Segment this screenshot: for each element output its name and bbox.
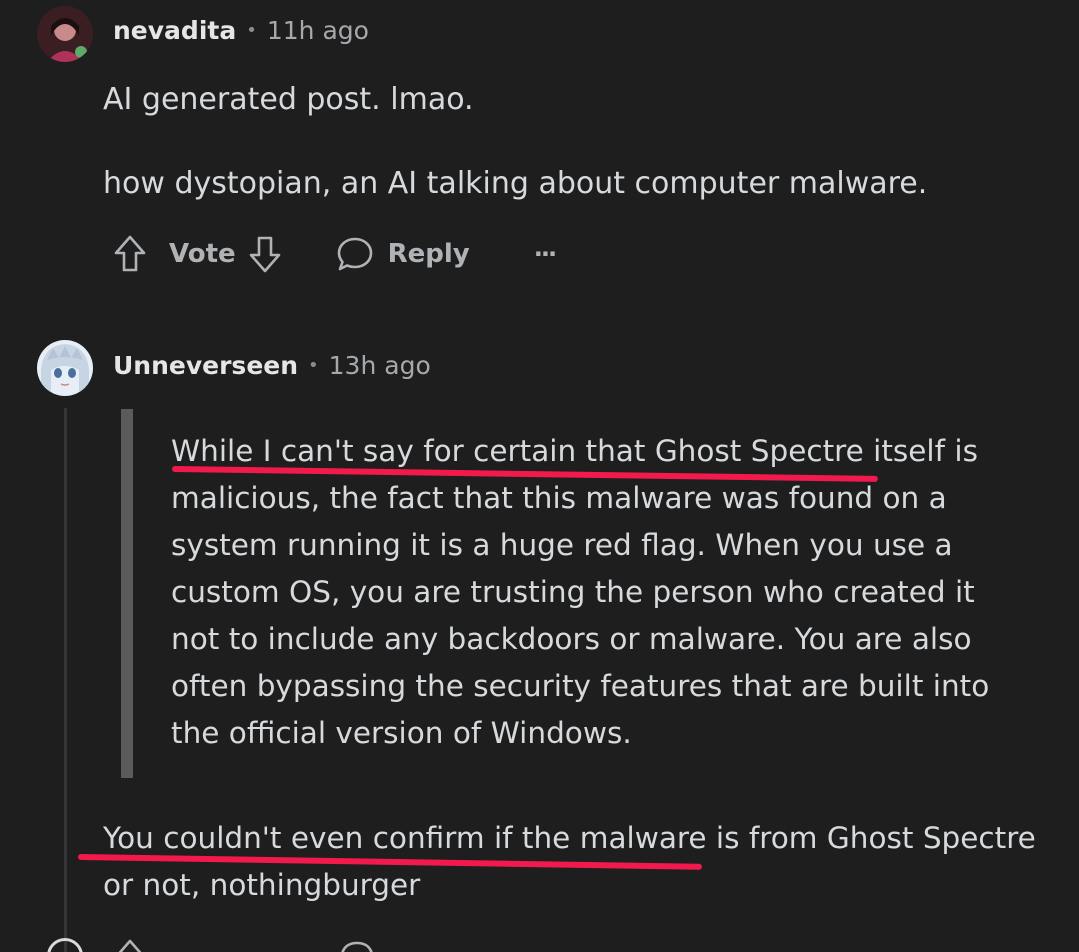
downvote-button[interactable] bbox=[248, 234, 282, 274]
reply-line: or not, nothingburger bbox=[103, 868, 421, 902]
username[interactable]: Unneverseen bbox=[113, 351, 298, 380]
quote-line: system running it is a huge red flag. Wh… bbox=[171, 528, 953, 562]
comment-header: Unneverseen • 13h ago bbox=[113, 351, 431, 380]
quote-line: custom OS, you are trusting the person w… bbox=[171, 575, 975, 609]
comment-body: AI generated post. lmao. how dystopian, … bbox=[103, 76, 927, 207]
comment-thread: nevadita • 11h ago AI generated post. lm… bbox=[0, 0, 1079, 952]
vote-label: Vote bbox=[169, 239, 236, 269]
quote-line: not to include any backdoors or malware.… bbox=[171, 622, 972, 656]
quote-line: malicious, the fact that this malware wa… bbox=[171, 481, 947, 515]
username[interactable]: nevadita bbox=[113, 16, 236, 45]
upvote-icon[interactable] bbox=[113, 938, 147, 952]
quote-line: often bypassing the security features th… bbox=[171, 669, 990, 703]
timestamp[interactable]: 13h ago bbox=[329, 351, 431, 380]
comment-actions: Vote Reply ··· bbox=[113, 234, 557, 274]
thread-line[interactable] bbox=[64, 408, 67, 952]
comment-bubble-icon[interactable] bbox=[338, 940, 376, 952]
more-options-button[interactable]: ··· bbox=[533, 240, 557, 268]
reply-button[interactable]: Reply bbox=[336, 235, 470, 273]
comment-bubble-icon bbox=[337, 237, 372, 271]
comment-paragraph: AI generated post. lmao. bbox=[103, 82, 474, 117]
upvote-icon bbox=[114, 235, 146, 272]
more-options-icon: ··· bbox=[533, 240, 557, 268]
collapse-thread-button[interactable] bbox=[47, 938, 83, 952]
upvote-button[interactable] bbox=[113, 234, 147, 274]
comment-header: nevadita • 11h ago bbox=[113, 16, 369, 45]
downvote-icon bbox=[249, 236, 280, 273]
blockquote-bar bbox=[121, 409, 133, 778]
comment-paragraph: how dystopian, an AI talking about compu… bbox=[103, 166, 928, 201]
quote-line: the official version of Windows. bbox=[171, 716, 632, 750]
timestamp[interactable]: 11h ago bbox=[267, 16, 369, 45]
separator-dot: • bbox=[246, 20, 257, 41]
user-avatar-nevadita[interactable] bbox=[37, 6, 93, 62]
separator-dot: • bbox=[308, 355, 319, 376]
reply-line: You couldn't even confirm if the malware… bbox=[103, 821, 1036, 855]
reply-label: Reply bbox=[387, 239, 470, 269]
user-avatar-unneverseen[interactable] bbox=[37, 340, 93, 396]
